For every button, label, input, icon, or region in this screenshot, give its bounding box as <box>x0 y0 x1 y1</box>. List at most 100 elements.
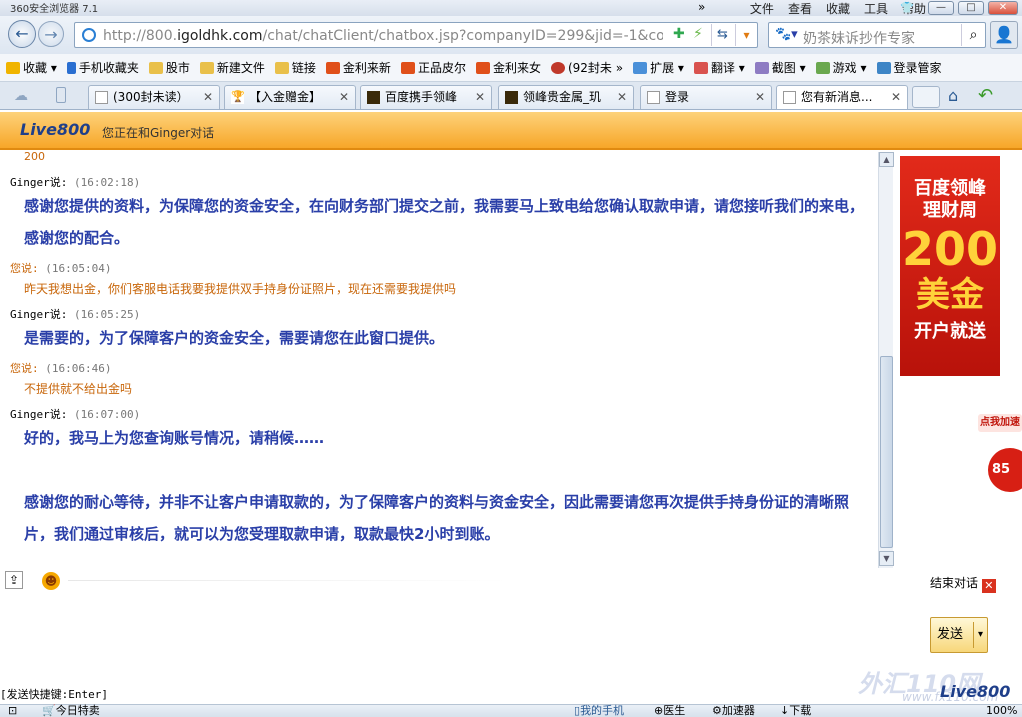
talking-with-label: 您正在和Ginger对话 <box>102 126 215 140</box>
address-url[interactable]: http://800.igoldhk.com/chat/chatClient/c… <box>103 28 663 44</box>
fav-item[interactable]: 链接 <box>274 59 316 76</box>
zoom-level[interactable]: 100% <box>986 705 1017 717</box>
my-phone-item[interactable]: ▯ 我的手机 <box>574 705 624 717</box>
close-tab-icon[interactable]: ✕ <box>475 86 485 108</box>
favorites-menu[interactable]: 收藏 ▾ <box>6 59 57 76</box>
menu-view[interactable]: 查看 <box>788 0 812 16</box>
security-shield-icon[interactable]: ✚ <box>673 26 685 42</box>
send-shortcut-hint: [发送快捷键:Enter] <box>0 688 108 701</box>
cloud-icon[interactable]: ☁ <box>14 88 28 104</box>
forward-arrow-icon[interactable]: → <box>38 21 64 47</box>
folder-icon <box>274 61 289 74</box>
tab-metals[interactable]: 领峰贵金属_玑 ✕ <box>498 85 634 109</box>
address-bar[interactable]: http://800.igoldhk.com/chat/chatClient/c… <box>74 22 758 48</box>
mobile-icon[interactable] <box>56 87 66 103</box>
scroll-thumb[interactable] <box>880 356 893 548</box>
close-tab-icon[interactable]: ✕ <box>203 86 213 108</box>
minimize-button[interactable]: — <box>928 1 954 15</box>
extensions-menu[interactable]: 扩展 ▾ <box>633 59 684 76</box>
fav-item[interactable]: 金利来新 <box>325 59 391 76</box>
tab-baidu[interactable]: 百度携手领峰 ✕ <box>360 85 492 109</box>
send-options-dropdown-icon[interactable]: ▾ <box>973 622 987 648</box>
search-box[interactable]: 🐾▾ 奶茶妹诉抄作专家 ⌕ <box>768 22 986 48</box>
message-header: 您说: (16:05:04) <box>10 262 112 275</box>
chat-scrollbar[interactable]: ▲ ▼ <box>878 152 894 568</box>
close-icon: ✕ <box>981 579 996 593</box>
file-upload-icon[interactable]: ⇪ <box>5 571 23 589</box>
close-tab-icon[interactable]: ✕ <box>891 86 901 108</box>
new-tab-button[interactable] <box>912 86 940 108</box>
games-menu[interactable]: 游戏 ▾ <box>815 59 867 76</box>
translate-menu[interactable]: 翻译 ▾ <box>693 59 745 76</box>
home-icon[interactable]: ⌂ <box>948 86 958 105</box>
site-info-icon[interactable] <box>82 28 96 42</box>
address-dropdown-icon[interactable]: ▾ <box>735 24 757 46</box>
user-avatar-icon[interactable]: 👤 <box>990 21 1018 49</box>
close-tab-icon[interactable]: ✕ <box>339 86 349 108</box>
emoji-icon[interactable]: ☻ <box>42 572 60 590</box>
star-icon <box>6 61 20 74</box>
tab-deposit[interactable]: 🏆 【入金赠金】 ✕ <box>224 85 356 109</box>
agent-message: 感谢您的耐心等待，并非不让客户申请取款的，为了保障客户的资料与资金安全，因此需要… <box>24 493 850 543</box>
end-chat-button[interactable]: 结束对话 ✕ <box>930 574 996 593</box>
divider <box>68 580 508 581</box>
doctor-item[interactable]: ⊕ 医生 <box>654 705 685 717</box>
fav-item[interactable]: 金利来女 <box>475 59 541 76</box>
banner-line: 美金 <box>916 275 984 315</box>
status-bar: ⊡ 🛒 今日特卖 ▯ 我的手机 ⊕ 医生 ⚙ 加速器 ↓ 下载 100% <box>0 704 1022 717</box>
banner-amount: 200 <box>901 222 999 276</box>
message-header: Ginger说: (16:07:00) <box>10 408 141 421</box>
menu-tools[interactable]: 工具 <box>864 0 888 16</box>
today-deals[interactable]: 🛒 今日特卖 <box>42 705 100 717</box>
maximize-button[interactable]: □ <box>958 1 984 15</box>
menu-favorites[interactable]: 收藏 <box>826 0 850 16</box>
banner-line: 理财周 <box>923 200 977 221</box>
send-button[interactable]: 发送 ▾ <box>930 617 988 653</box>
search-icon[interactable]: ⌕ <box>961 24 985 46</box>
message-header: 您说: (16:06:46) <box>10 362 112 375</box>
compat-mode-icon[interactable]: ⇆ <box>711 24 733 46</box>
shirt-icon[interactable]: 👕 <box>900 1 914 14</box>
banner-line: 百度领峰 <box>914 178 986 199</box>
search-input[interactable]: 奶茶妹诉抄作专家 <box>803 28 915 48</box>
scroll-down-arrow-icon[interactable]: ▼ <box>879 551 894 566</box>
page-icon <box>647 91 660 104</box>
tab-login[interactable]: 登录 ✕ <box>640 85 772 109</box>
screenshot-menu[interactable]: 截图 ▾ <box>754 59 806 76</box>
agent-message: 是需要的，为了保障客户的资金安全，需要请您在此窗口提供。 <box>24 329 445 347</box>
login-manager[interactable]: 登录管家 <box>876 59 942 76</box>
speed-widget[interactable]: 点我加速 85 <box>978 412 1022 508</box>
undo-close-icon[interactable]: ↶ <box>978 85 993 106</box>
tab-new-message[interactable]: 您有新消息... ✕ <box>776 85 908 109</box>
more-menu-button[interactable]: » <box>698 0 705 14</box>
accelerator-item[interactable]: ⚙ 加速器 <box>712 705 755 717</box>
message-header: Ginger说: (16:02:18) <box>10 176 141 189</box>
site-logo-icon <box>367 91 380 104</box>
scroll-up-arrow-icon[interactable]: ▲ <box>879 152 894 167</box>
download-item[interactable]: ↓ 下载 <box>780 705 811 717</box>
fav-item[interactable]: 手机收藏夹 <box>66 59 139 76</box>
favorites-bar: 收藏 ▾ 手机收藏夹 股市 新建文件 链接 金利来新 正品皮尔 金利来女 (92… <box>0 54 1022 82</box>
promo-banner[interactable]: 百度领峰 理财周 200 美金 开户就送 <box>900 156 1000 376</box>
agent-message: 感谢您提供的资料，为保障您的资金安全，在向财务部门提交之前，我需要马上致电给您确… <box>24 197 865 247</box>
translate-icon <box>693 61 708 74</box>
status-page-icon[interactable]: ⊡ <box>8 705 17 717</box>
speed-mode-icon[interactable]: ⚡ <box>693 26 703 42</box>
close-button[interactable]: ✕ <box>988 1 1018 15</box>
menu-file[interactable]: 文件 <box>750 0 774 16</box>
fav-item[interactable]: 正品皮尔 <box>400 59 466 76</box>
tab-mail[interactable]: (300封未读） ✕ <box>88 85 220 109</box>
fav-item[interactable]: 股市 <box>148 59 190 76</box>
search-engine-icon[interactable]: 🐾▾ <box>775 27 798 42</box>
fav-item[interactable]: (92封未 » <box>550 59 623 76</box>
game-icon <box>815 61 830 74</box>
chat-transcript: 200 Ginger说: (16:02:18) 感谢您提供的资料，为保障您的资金… <box>0 152 878 568</box>
live800-logo: Live800 <box>20 120 91 139</box>
message-input[interactable] <box>0 594 920 690</box>
back-arrow-icon[interactable]: ← <box>8 20 36 48</box>
live800-footer-logo: Live800 <box>940 682 1011 701</box>
folder-icon <box>148 61 163 74</box>
close-tab-icon[interactable]: ✕ <box>617 86 627 108</box>
close-tab-icon[interactable]: ✕ <box>755 86 765 108</box>
fav-item[interactable]: 新建文件 <box>199 59 265 76</box>
